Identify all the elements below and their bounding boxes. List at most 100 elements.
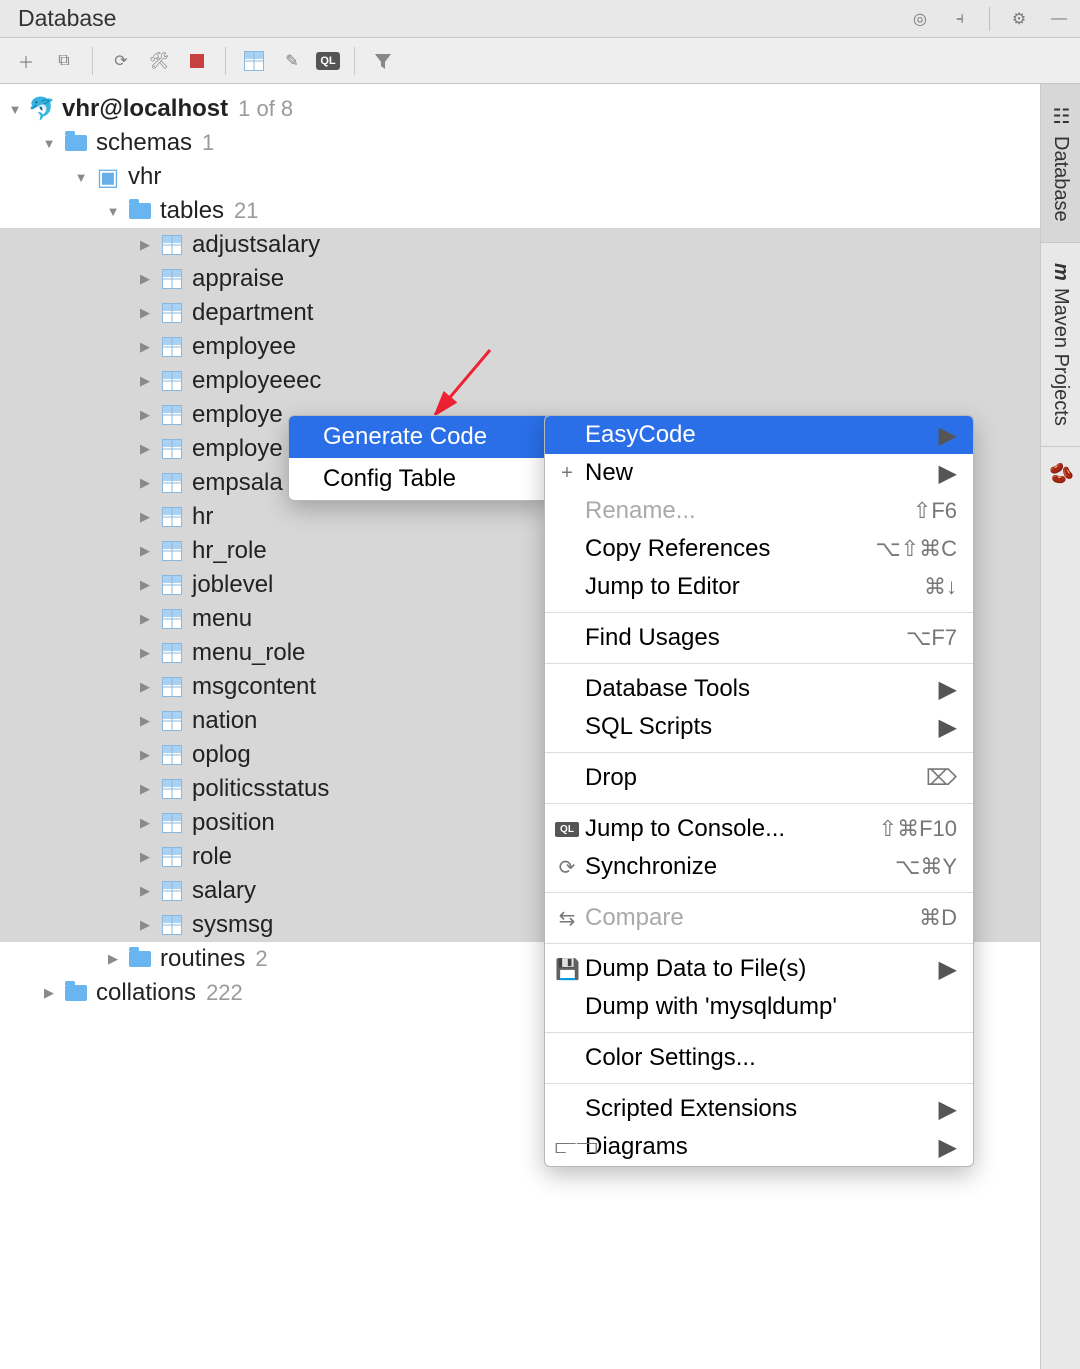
separator	[354, 47, 355, 75]
tab-database[interactable]: ☷ Database	[1041, 84, 1080, 243]
menu-item-easycode[interactable]: EasyCode ▶	[545, 416, 973, 454]
tables-node[interactable]: tables 21	[0, 194, 1040, 228]
table-node[interactable]: employeeec	[0, 364, 1040, 398]
plus-icon: +	[555, 462, 579, 485]
expand-arrow-icon[interactable]	[138, 339, 152, 355]
table-node[interactable]: appraise	[0, 262, 1040, 296]
expand-arrow-icon[interactable]	[138, 305, 152, 321]
expand-arrow-icon[interactable]	[138, 815, 152, 831]
menu-item-config-table[interactable]: Config Table	[289, 458, 549, 500]
stop-icon[interactable]	[183, 47, 211, 75]
table-icon	[160, 845, 184, 869]
expand-arrow-icon[interactable]	[138, 917, 152, 933]
node-label: msgcontent	[192, 673, 316, 701]
menu-item-scripted-extensions[interactable]: Scripted Extensions ▶	[545, 1090, 973, 1128]
tab-label: Maven Projects	[1049, 288, 1072, 426]
separator	[545, 943, 973, 944]
menu-item-copy-references[interactable]: Copy References ⌥⇧⌘C	[545, 530, 973, 568]
expand-arrow-icon[interactable]	[138, 407, 152, 423]
menu-item-jump-to-console[interactable]: QL Jump to Console... ⇧⌘F10	[545, 810, 973, 848]
expand-arrow-icon[interactable]	[42, 985, 56, 1001]
add-icon[interactable]: ＋	[12, 47, 40, 75]
menu-item-generate-code[interactable]: Generate Code	[289, 416, 549, 458]
minimize-icon[interactable]: —	[1048, 8, 1070, 30]
menu-item-sql-scripts[interactable]: SQL Scripts ▶	[545, 708, 973, 746]
menu-item-drop[interactable]: Drop ⌦	[545, 759, 973, 797]
expand-arrow-icon[interactable]	[106, 951, 120, 967]
expand-arrow-icon[interactable]	[138, 509, 152, 525]
copy-icon[interactable]: ⧉	[50, 47, 78, 75]
split-icon[interactable]: ⫞	[949, 8, 971, 30]
expand-arrow-icon[interactable]	[138, 271, 152, 287]
folder-icon	[64, 981, 88, 1005]
shortcut: ⌥F7	[906, 625, 957, 651]
node-label: hr	[192, 503, 213, 531]
tab-maven[interactable]: m Maven Projects	[1041, 243, 1080, 448]
node-label: nation	[192, 707, 257, 735]
node-label: appraise	[192, 265, 284, 293]
expand-arrow-icon[interactable]	[138, 849, 152, 865]
shortcut: ⌦	[926, 765, 957, 791]
node-label: oplog	[192, 741, 251, 769]
expand-arrow-icon[interactable]	[138, 713, 152, 729]
menu-item-find-usages[interactable]: Find Usages ⌥F7	[545, 619, 973, 657]
expand-arrow-icon[interactable]	[138, 611, 152, 627]
expand-arrow-icon[interactable]	[8, 102, 22, 117]
expand-arrow-icon[interactable]	[138, 475, 152, 491]
expand-arrow-icon[interactable]	[138, 781, 152, 797]
database-icon: ☷	[1049, 104, 1073, 128]
menu-item-jump-to-editor[interactable]: Jump to Editor ⌘↓	[545, 568, 973, 606]
separator	[989, 7, 990, 31]
node-label: menu_role	[192, 639, 305, 667]
expand-arrow-icon[interactable]	[138, 679, 152, 695]
target-icon[interactable]: ◎	[909, 8, 931, 30]
expand-arrow-icon[interactable]	[138, 237, 152, 253]
expand-arrow-icon[interactable]	[138, 645, 152, 661]
console-icon[interactable]: QL	[316, 52, 340, 70]
expand-arrow-icon[interactable]	[106, 204, 120, 219]
submenu-arrow-icon: ▶	[939, 459, 957, 488]
tab-label: Database	[1049, 136, 1072, 222]
table-node[interactable]: adjustsalary	[0, 228, 1040, 262]
menu-item-dump-to-file[interactable]: 💾 Dump Data to File(s) ▶	[545, 950, 973, 988]
table-node[interactable]: employee	[0, 330, 1040, 364]
node-label: employe	[192, 401, 283, 429]
panel-title: Database	[18, 5, 116, 32]
datasource-node[interactable]: 🐬 vhr@localhost 1 of 8	[0, 92, 1040, 126]
toolbar: ＋ ⧉ ⟳ 🛠 ✎ QL	[0, 38, 1080, 84]
expand-arrow-icon[interactable]	[42, 136, 56, 151]
expand-arrow-icon[interactable]	[138, 747, 152, 763]
node-label: employee	[192, 333, 296, 361]
submenu-arrow-icon: ▶	[939, 713, 957, 742]
context-menu: EasyCode ▶ + New ▶ Rename... ⇧F6 Copy Re…	[544, 415, 974, 1167]
expand-arrow-icon[interactable]	[138, 373, 152, 389]
gear-icon[interactable]: ⚙	[1008, 8, 1030, 30]
expand-arrow-icon[interactable]	[138, 577, 152, 593]
separator	[545, 892, 973, 893]
expand-arrow-icon[interactable]	[138, 883, 152, 899]
menu-label: Drop	[585, 764, 637, 792]
wrench-icon[interactable]: 🛠	[145, 47, 173, 75]
menu-item-database-tools[interactable]: Database Tools ▶	[545, 670, 973, 708]
shortcut: ⌘D	[919, 905, 957, 931]
menu-item-dump-mysqldump[interactable]: Dump with 'mysqldump'	[545, 988, 973, 1026]
tab-extra[interactable]: 🫘	[1041, 447, 1080, 499]
table-icon	[160, 811, 184, 835]
expand-arrow-icon[interactable]	[74, 170, 88, 185]
submenu-arrow-icon: ▶	[939, 1133, 957, 1162]
expand-arrow-icon[interactable]	[138, 543, 152, 559]
menu-item-diagrams[interactable]: ⫍⫎ Diagrams ▶	[545, 1128, 973, 1166]
node-label: employe	[192, 435, 283, 463]
table-view-icon[interactable]	[240, 47, 268, 75]
edit-icon[interactable]: ✎	[278, 47, 306, 75]
schemas-node[interactable]: schemas 1	[0, 126, 1040, 160]
schema-node[interactable]: ▣ vhr	[0, 160, 1040, 194]
menu-item-new[interactable]: + New ▶	[545, 454, 973, 492]
table-node[interactable]: department	[0, 296, 1040, 330]
menu-item-synchronize[interactable]: ⟳ Synchronize ⌥⌘Y	[545, 848, 973, 886]
node-label: menu	[192, 605, 252, 633]
expand-arrow-icon[interactable]	[138, 441, 152, 457]
menu-item-color-settings[interactable]: Color Settings...	[545, 1039, 973, 1077]
refresh-icon[interactable]: ⟳	[107, 47, 135, 75]
filter-icon[interactable]	[369, 47, 397, 75]
